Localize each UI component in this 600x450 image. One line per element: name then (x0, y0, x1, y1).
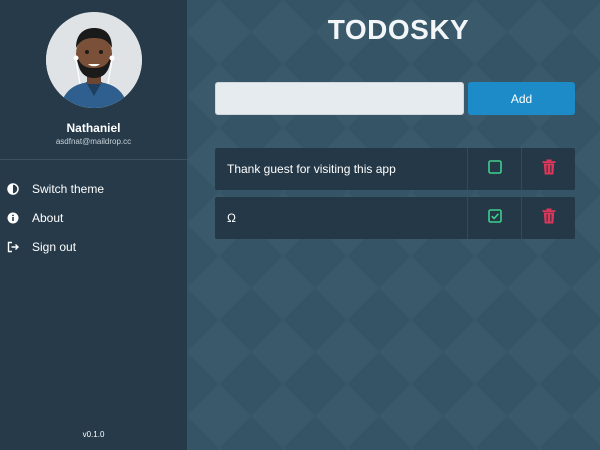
sidebar-divider (0, 159, 187, 160)
sidebar-item-label: Sign out (32, 239, 77, 254)
add-button[interactable]: Add (468, 82, 575, 115)
todo-text: Thank guest for visiting this app (227, 162, 396, 176)
sidebar-menu: Switch theme About Sign out (0, 174, 187, 261)
complete-button[interactable] (467, 148, 521, 190)
sidebar-item-label: Switch theme (32, 181, 105, 196)
delete-button[interactable] (521, 197, 575, 239)
user-email: asdfnat@maildrop.cc (55, 137, 132, 146)
checkbox-unchecked-icon (487, 159, 502, 179)
page-title: TODOSKY (327, 14, 470, 45)
complete-button[interactable] (467, 197, 521, 239)
sidebar-item-label: About (32, 210, 64, 225)
todo-list: Thank guest for visiting this app Ω (215, 148, 575, 246)
delete-button[interactable] (521, 148, 575, 190)
sidebar: Nathaniel asdfnat@maildrop.cc Switch the… (0, 0, 187, 450)
half-circle-icon (7, 182, 19, 195)
todo-input[interactable] (215, 82, 464, 115)
profile: Nathaniel asdfnat@maildrop.cc (0, 0, 187, 146)
todo-text: Ω (227, 211, 236, 225)
app-version: v0.1.0 (82, 430, 105, 439)
todo-item: Thank guest for visiting this app (215, 148, 575, 190)
sidebar-item-sign-out[interactable]: Sign out (0, 232, 187, 261)
info-icon (7, 212, 19, 224)
avatar (45, 12, 142, 108)
app-root: Nathaniel asdfnat@maildrop.cc Switch the… (0, 0, 600, 450)
checkbox-checked-icon (487, 208, 502, 228)
trash-icon (542, 159, 556, 180)
trash-icon (542, 208, 556, 229)
todo-item: Ω (215, 197, 575, 239)
sidebar-item-about[interactable]: About (0, 203, 187, 232)
sidebar-item-switch-theme[interactable]: Switch theme (0, 174, 187, 203)
user-name: Nathaniel (66, 121, 121, 135)
main-content: TODOSKY Add Thank guest for visiting thi… (187, 0, 600, 450)
sign-out-icon (7, 241, 19, 253)
